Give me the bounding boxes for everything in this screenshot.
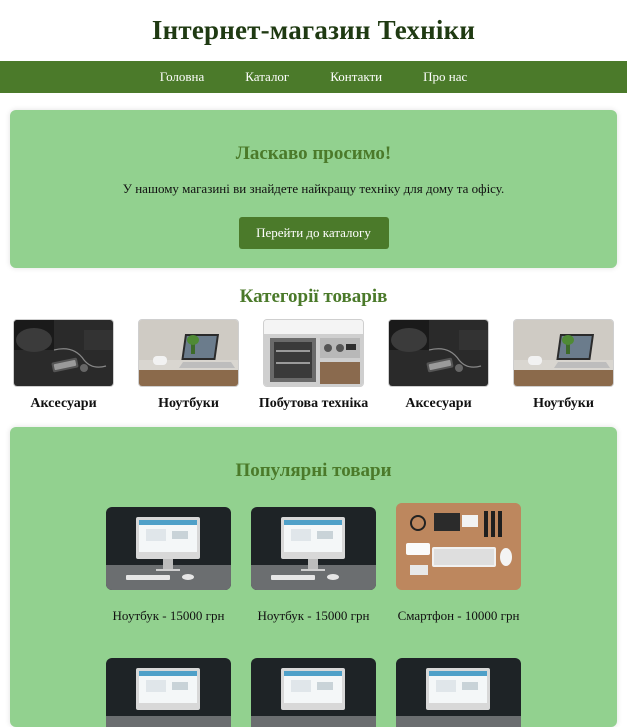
accessories-photo [388,319,489,387]
go-to-catalog-button[interactable]: Перейти до каталогу [238,217,389,249]
welcome-heading: Ласкаво просимо! [235,143,392,164]
product-name: Ноутбук - 15000 грн [112,608,225,623]
desk-flatlay-photo [396,503,521,590]
nav-contacts[interactable]: Контакти [330,69,382,85]
nav-home[interactable]: Головна [160,69,205,85]
product-card[interactable]: Ноутбук - 15000 грн [251,507,376,624]
accessories-photo [13,319,114,387]
welcome-text: У нашому магазині ви знайдете найкращу т… [122,181,505,196]
category-label: Аксесуари [405,396,472,411]
site-header: Інтернет-магазин Техніки [0,0,627,61]
site-title: Інтернет-магазин Техніки [151,15,476,45]
categories-list: Аксесуари Ноутбуки Побутова техніка Аксе… [0,319,627,412]
product-name: Смартфон - 10000 грн [397,608,520,623]
product-card[interactable]: Смартфон - 10000 грн [396,503,521,624]
category-card-appliances[interactable]: Побутова техніка [258,319,369,412]
popular-section: Популярні товари Ноутбук - 15000 грн Ноу… [10,427,617,727]
category-label: Побутова техніка [258,396,369,411]
product-card[interactable] [106,658,231,727]
product-card[interactable] [396,658,521,727]
category-card-accessories[interactable]: Аксесуари [10,319,117,412]
category-label: Аксесуари [30,396,97,411]
category-label: Ноутбуки [533,396,594,411]
products-grid: Ноутбук - 15000 грн Ноутбук - 15000 грн … [10,503,617,727]
main-nav: Головна Каталог Контакти Про нас [0,61,627,93]
imac-photo [251,507,376,590]
imac-photo [396,658,521,727]
laptop-photo [138,319,239,387]
product-name: Ноутбук - 15000 грн [257,608,370,623]
nav-about[interactable]: Про нас [423,69,467,85]
product-card[interactable]: Ноутбук - 15000 грн [106,507,231,624]
imac-photo [106,507,231,590]
category-label: Ноутбуки [158,396,219,411]
popular-heading: Популярні товари [235,460,392,481]
laptop-photo [513,319,614,387]
category-card-laptops[interactable]: Ноутбуки [135,319,242,412]
category-card-accessories-2[interactable]: Аксесуари [385,319,492,412]
imac-photo [251,658,376,727]
nav-catalog[interactable]: Каталог [245,69,289,85]
product-card[interactable] [251,658,376,727]
categories-heading: Категорії товарів [239,286,388,307]
welcome-section: Ласкаво просимо! У нашому магазині ви зн… [10,110,617,268]
imac-photo [106,658,231,727]
oven-photo [263,319,364,387]
category-card-laptops-2[interactable]: Ноутбуки [510,319,617,412]
